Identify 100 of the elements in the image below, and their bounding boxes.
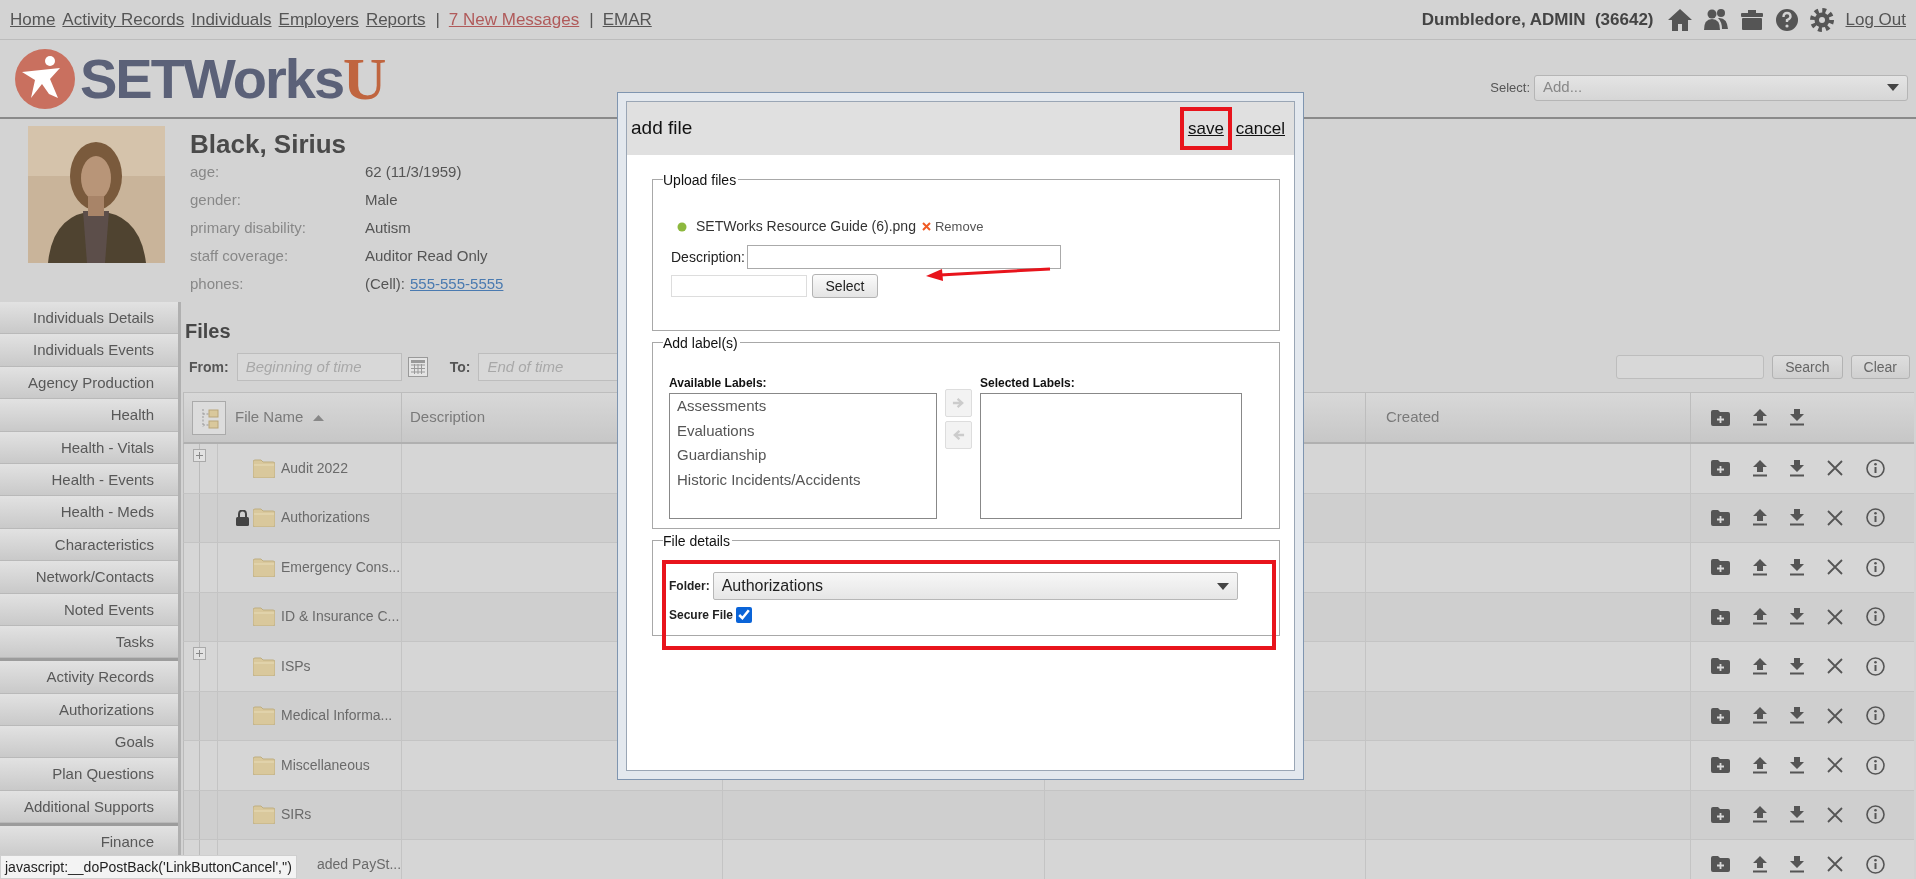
info-icon[interactable]	[1866, 557, 1885, 577]
sidebar-item[interactable]: Additional Supports	[0, 790, 178, 824]
nav-link[interactable]: Activity Records	[62, 6, 185, 33]
tree-toggle-icon[interactable]	[192, 400, 226, 435]
save-link[interactable]: save	[1187, 118, 1224, 138]
info-icon[interactable]	[1866, 805, 1885, 825]
close-icon[interactable]	[1827, 460, 1843, 477]
select-button[interactable]: Select	[812, 274, 878, 298]
download-icon[interactable]	[1790, 756, 1804, 774]
settings-icon[interactable]	[1808, 6, 1835, 33]
folder-name[interactable]: Emergency Cons...	[281, 556, 401, 578]
sidebar-item[interactable]: Activity Records	[0, 661, 178, 694]
logout-link[interactable]: Log Out	[1845, 6, 1906, 33]
home-icon[interactable]	[1666, 7, 1693, 32]
download-icon[interactable]	[1790, 558, 1804, 576]
download-icon[interactable]	[1790, 855, 1804, 873]
new-folder-icon[interactable]	[1711, 707, 1730, 724]
column-header[interactable]: Description	[410, 406, 486, 429]
sidebar-item[interactable]: Health	[0, 399, 178, 432]
info-icon[interactable]	[1866, 854, 1885, 874]
upload-icon[interactable]	[1753, 657, 1767, 675]
download-icon[interactable]	[1790, 409, 1804, 426]
upload-icon[interactable]	[1753, 855, 1767, 873]
nav-link[interactable]: Employers	[278, 6, 359, 33]
folder-name[interactable]: ID & Insurance C...	[281, 606, 400, 628]
sidebar-item[interactable]: Health - Vitals	[0, 431, 178, 464]
new-folder-icon[interactable]	[1711, 608, 1730, 625]
sidebar-item[interactable]: Individuals Events	[0, 334, 178, 367]
sidebar-item[interactable]: Network/Contacts	[0, 561, 178, 594]
search-field[interactable]	[1616, 355, 1765, 379]
list-item[interactable]: Assessments	[670, 394, 936, 419]
new-folder-icon[interactable]	[1711, 856, 1730, 873]
info-icon[interactable]	[1866, 508, 1885, 528]
sidebar-item[interactable]: Goals	[0, 726, 178, 759]
new-folder-icon[interactable]	[1711, 658, 1730, 675]
upload-icon[interactable]	[1753, 409, 1767, 426]
download-icon[interactable]	[1790, 459, 1804, 477]
folder-select[interactable]: Authorizations	[712, 572, 1238, 600]
list-item[interactable]: Historic Incidents/Accidents	[670, 467, 936, 492]
new-folder-icon[interactable]	[1711, 409, 1730, 426]
close-icon[interactable]	[1827, 509, 1843, 526]
expand-icon[interactable]	[193, 647, 206, 660]
folder-name[interactable]: ISPs	[281, 655, 311, 677]
folder-name[interactable]: SIRs	[281, 804, 312, 826]
people-icon[interactable]	[1702, 7, 1729, 32]
cancel-link[interactable]: cancel	[1235, 115, 1285, 142]
file-path-field[interactable]	[671, 275, 807, 297]
sidebar-item[interactable]: Authorizations	[0, 693, 178, 727]
new-folder-icon[interactable]	[1711, 509, 1730, 526]
nav-link[interactable]: Reports	[365, 6, 426, 33]
sidebar-item[interactable]: Agency Production	[0, 366, 178, 400]
sidebar-item[interactable]: Health - Events	[0, 463, 178, 497]
column-header[interactable]: Created	[1386, 406, 1440, 429]
upload-icon[interactable]	[1753, 558, 1767, 576]
column-header[interactable]: File Name	[235, 406, 304, 429]
folder-name[interactable]: Authorizations	[281, 507, 370, 529]
nav-link[interactable]: Individuals	[191, 6, 272, 33]
new-folder-icon[interactable]	[1711, 806, 1730, 823]
upload-icon[interactable]	[1753, 756, 1767, 774]
download-icon[interactable]	[1790, 608, 1804, 626]
nav-link[interactable]: EMAR	[602, 6, 652, 33]
upload-icon[interactable]	[1753, 806, 1767, 824]
upload-icon[interactable]	[1753, 509, 1767, 527]
new-folder-icon[interactable]	[1711, 460, 1730, 477]
download-icon[interactable]	[1790, 806, 1804, 824]
sidebar-item[interactable]: Characteristics	[0, 528, 178, 562]
help-icon[interactable]	[1774, 7, 1799, 32]
phone-link[interactable]: 555-555-5555	[410, 273, 504, 296]
add-select[interactable]: Add...	[1534, 74, 1908, 101]
info-icon[interactable]	[1866, 656, 1885, 676]
remove-icon[interactable]	[921, 222, 931, 231]
info-icon[interactable]	[1866, 607, 1885, 627]
info-icon[interactable]	[1866, 755, 1885, 775]
upload-icon[interactable]	[1753, 608, 1767, 626]
folder-name[interactable]: Miscellaneous	[281, 754, 370, 776]
info-icon[interactable]	[1866, 706, 1885, 726]
remove-link[interactable]: Remove	[934, 216, 984, 237]
folder-name[interactable]: Medical Informa...	[281, 705, 393, 727]
secure-file-checkbox[interactable]	[736, 607, 753, 623]
nav-link[interactable]: Home	[10, 6, 56, 33]
info-icon[interactable]	[1866, 458, 1885, 478]
upload-icon[interactable]	[1753, 459, 1767, 477]
close-icon[interactable]	[1827, 856, 1843, 873]
sidebar-item[interactable]: Noted Events	[0, 593, 178, 626]
close-icon[interactable]	[1827, 658, 1843, 675]
new-folder-icon[interactable]	[1711, 559, 1730, 576]
close-icon[interactable]	[1827, 757, 1843, 774]
clear-button[interactable]: Clear	[1850, 355, 1910, 379]
close-icon[interactable]	[1827, 559, 1843, 576]
sidebar-item[interactable]: Plan Questions	[0, 758, 178, 791]
briefcase-icon[interactable]	[1738, 7, 1765, 32]
messages-link[interactable]: 7 New Messages	[448, 6, 580, 33]
description-field[interactable]	[746, 245, 1061, 269]
sidebar-item[interactable]: Individuals Details	[0, 302, 178, 335]
download-icon[interactable]	[1790, 657, 1804, 675]
list-item[interactable]: Guardianship	[670, 443, 936, 468]
close-icon[interactable]	[1827, 806, 1843, 823]
search-button[interactable]: Search	[1772, 355, 1843, 379]
sidebar-item[interactable]: Health - Meds	[0, 496, 178, 529]
folder-name[interactable]: aded PaySt...	[317, 853, 401, 875]
